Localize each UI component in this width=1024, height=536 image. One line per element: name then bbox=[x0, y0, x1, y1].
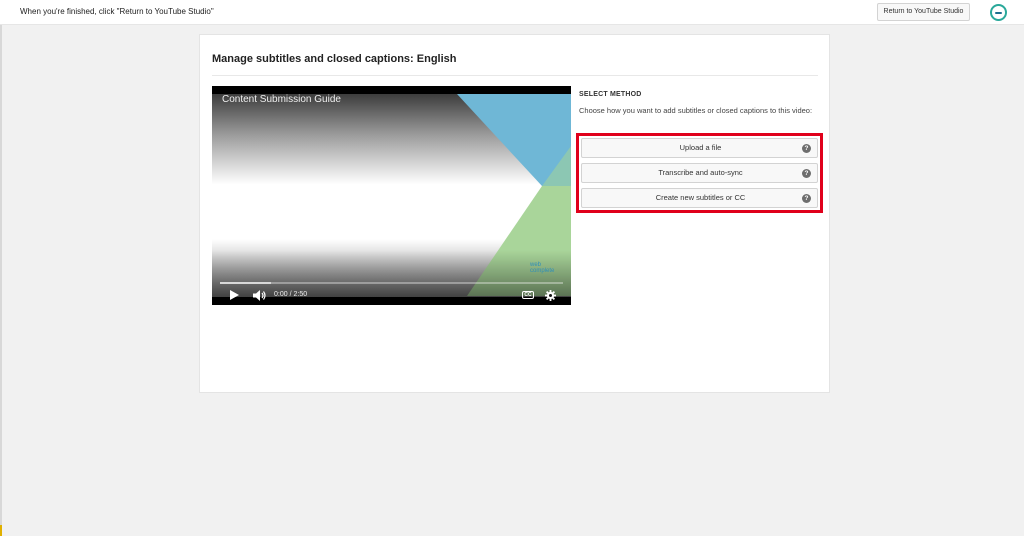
time-total: 2:50 bbox=[293, 291, 308, 298]
video-title: Content Submission Guide bbox=[222, 94, 341, 105]
select-method-heading: SELECT METHOD bbox=[579, 91, 642, 98]
finish-instruction: When you're finished, click "Return to Y… bbox=[20, 7, 214, 16]
time-separator: / bbox=[289, 291, 292, 298]
progress-loaded bbox=[220, 282, 272, 284]
return-to-studio-button[interactable]: Return to YouTube Studio bbox=[877, 3, 970, 21]
title-divider bbox=[212, 75, 818, 76]
video-progress-bar[interactable] bbox=[220, 282, 563, 284]
video-player[interactable]: Content Submission Guide web complete 0:… bbox=[212, 86, 571, 305]
gear-icon[interactable] bbox=[542, 285, 558, 305]
time-display: 0:00 / 2:50 bbox=[274, 291, 307, 298]
play-icon[interactable] bbox=[226, 285, 242, 305]
time-current: 0:00 bbox=[274, 291, 288, 298]
cc-label: CC bbox=[522, 291, 534, 299]
cc-icon[interactable]: CC bbox=[520, 285, 536, 305]
circle-logo-icon[interactable] bbox=[990, 4, 1007, 21]
volume-icon[interactable] bbox=[250, 285, 268, 305]
top-bar: When you're finished, click "Return to Y… bbox=[0, 0, 1024, 25]
video-frame bbox=[212, 86, 571, 305]
left-edge-strip bbox=[0, 25, 2, 536]
select-method-description: Choose how you want to add subtitles or … bbox=[579, 106, 813, 115]
subtitles-card: Manage subtitles and closed captions: En… bbox=[199, 34, 830, 393]
page-title: Manage subtitles and closed captions: En… bbox=[212, 53, 457, 65]
video-brand-logo: web complete bbox=[530, 262, 555, 274]
highlight-annotation-box bbox=[576, 133, 823, 213]
player-controls: 0:00 / 2:50 CC bbox=[212, 285, 571, 305]
left-edge-marker bbox=[0, 525, 2, 536]
